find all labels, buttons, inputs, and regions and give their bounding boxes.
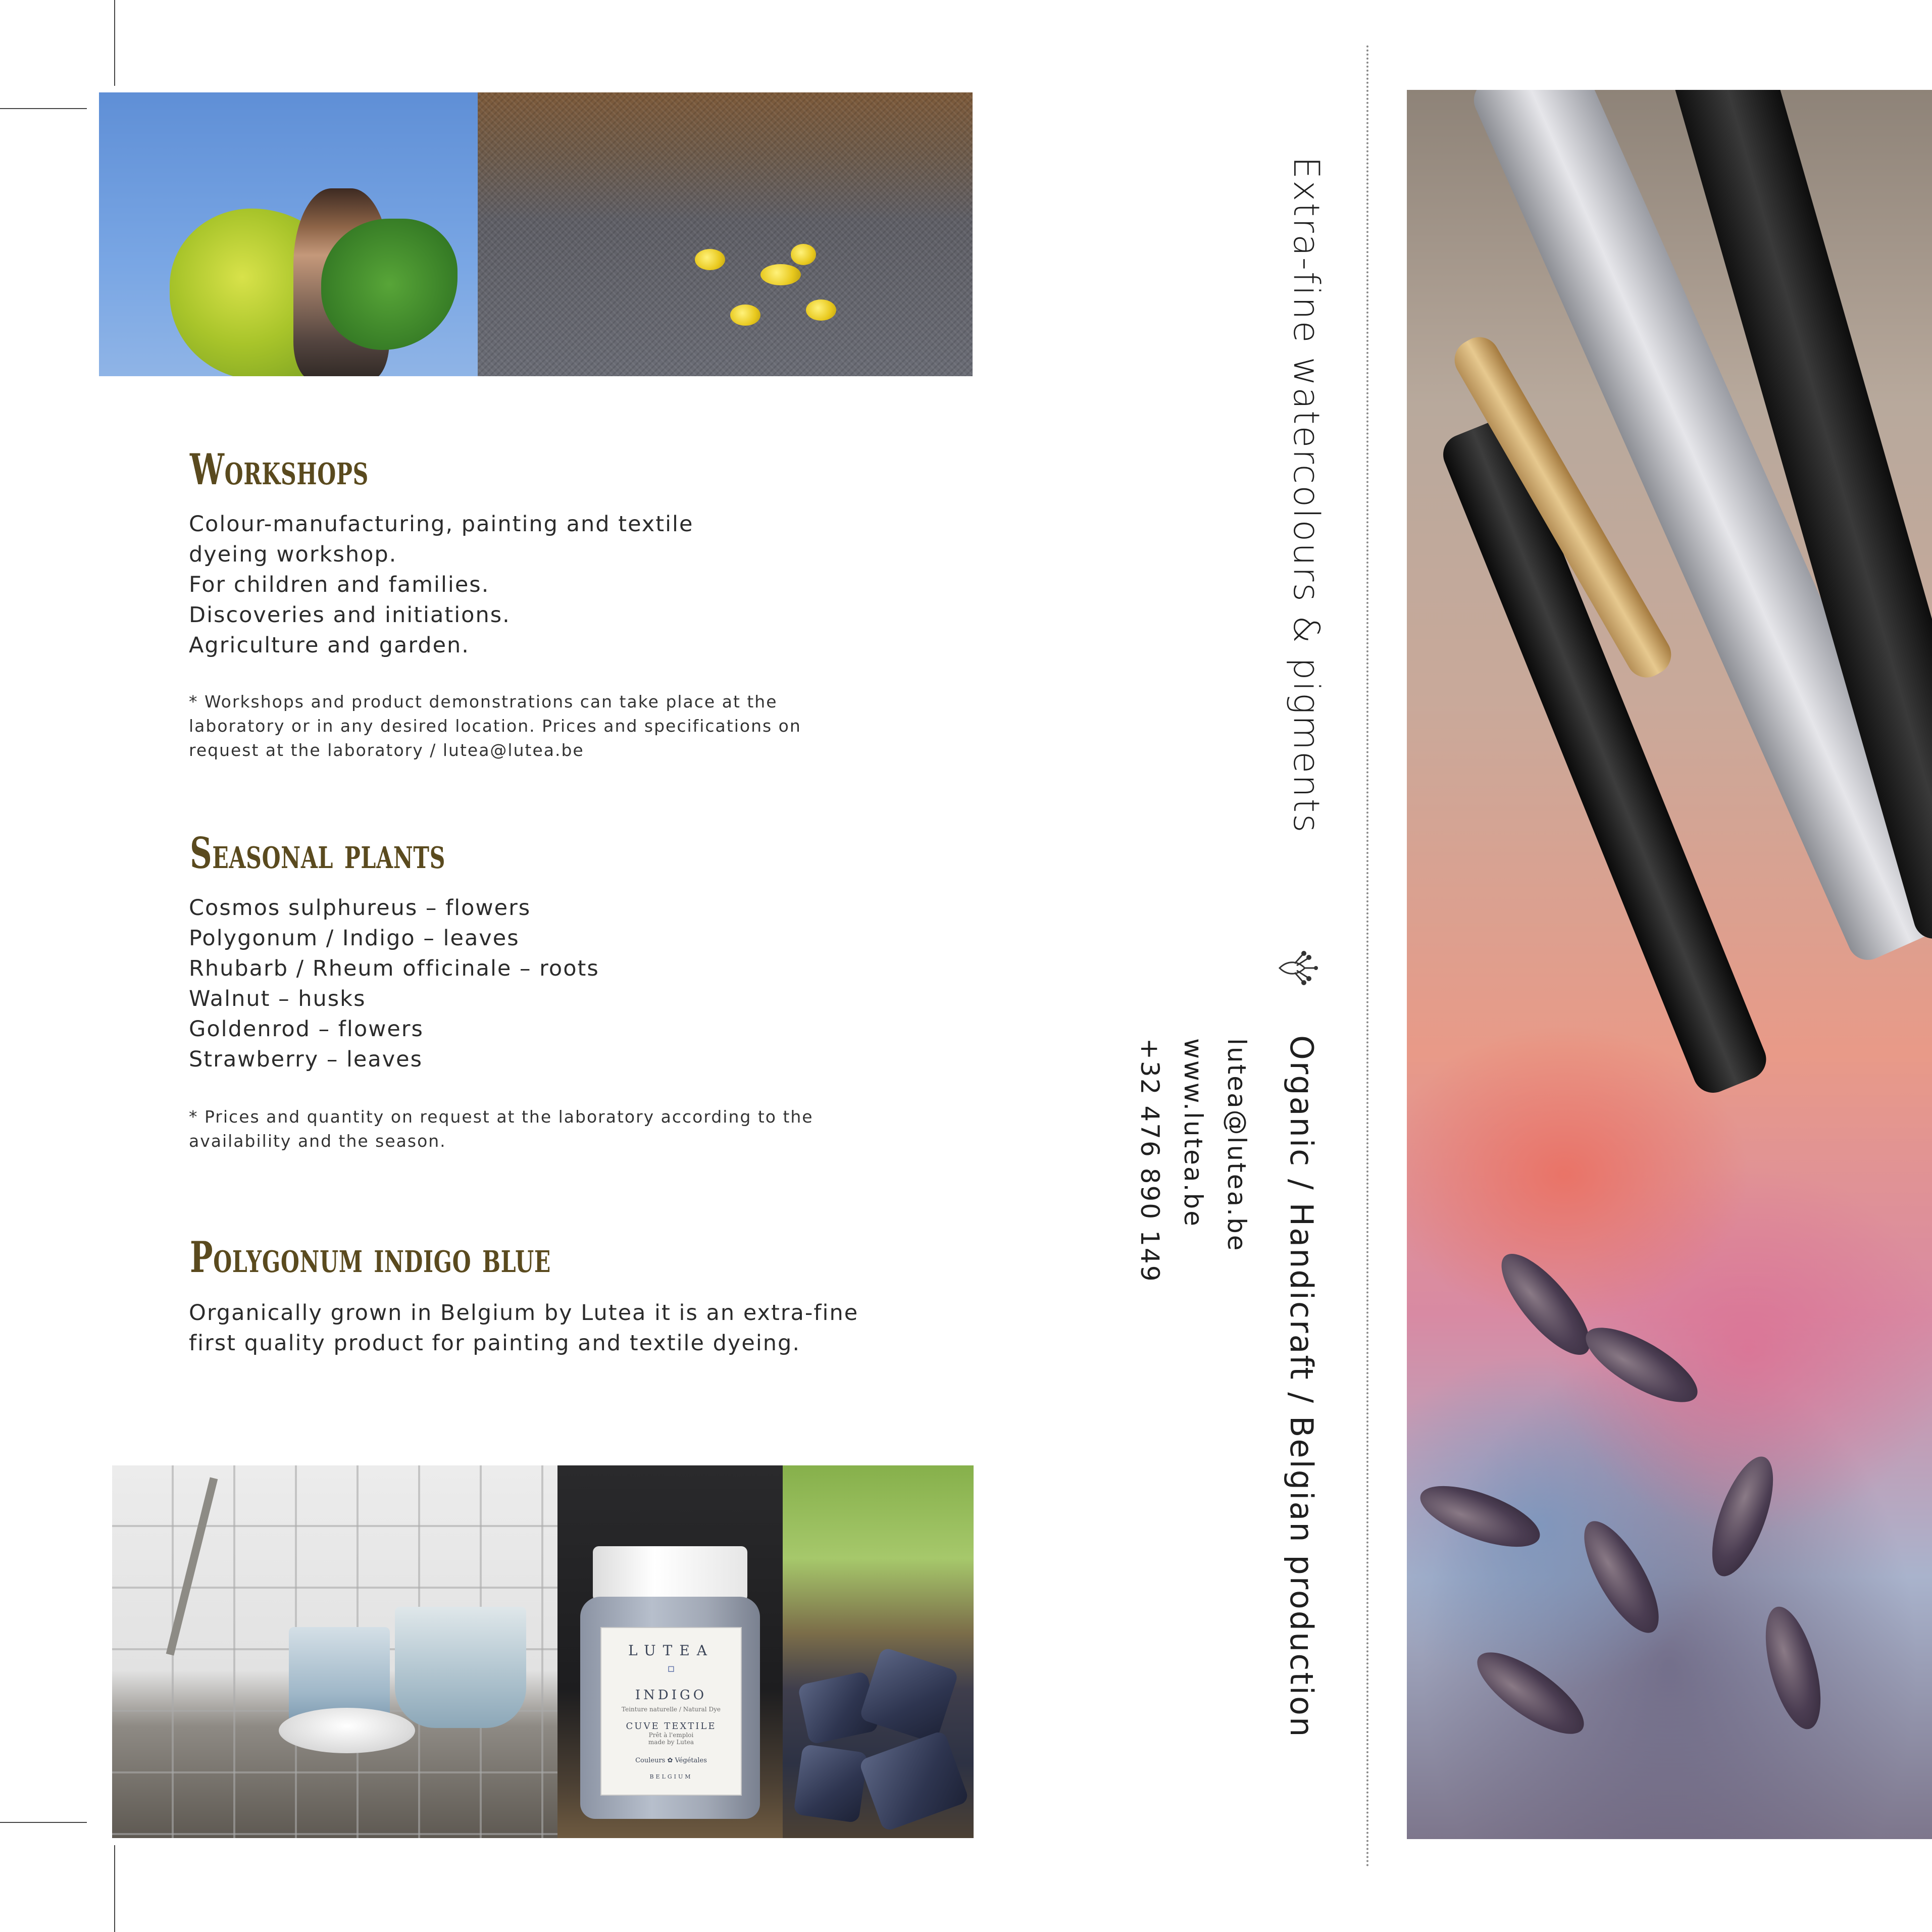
photo-paint-brushes-and-watercolour	[1407, 90, 1932, 1839]
jar-product: INDIGO	[635, 1688, 707, 1703]
indigo-text: Organically grown in Belgium by Lutea it…	[189, 1298, 858, 1358]
plant-item: Walnut – husks	[189, 986, 366, 1011]
contact-phone[interactable]: +32 476 890 149	[1135, 1038, 1164, 1283]
indigo-line: first quality product for painting and t…	[189, 1331, 800, 1356]
jar-made: made by Lutea	[648, 1739, 694, 1746]
photo-person-harvesting-plants	[99, 92, 478, 376]
workshops-line: Discoveries and initiations.	[189, 602, 511, 628]
flower-icon	[1278, 951, 1318, 985]
crop-mark-bottom-left-vertical	[114, 1845, 115, 1932]
seasonal-plants-heading: Seasonal plants	[190, 828, 446, 878]
crop-mark-top-left-vertical	[114, 0, 115, 86]
photo-yellow-flowers-on-drying-mesh	[478, 92, 973, 376]
workshops-note: * Workshops and product demonstrations c…	[189, 692, 801, 760]
drops-icon: ⸋	[667, 1663, 675, 1681]
jar-detail: Prêt à l'emploi	[648, 1732, 694, 1739]
crop-mark-top-left-horizontal	[0, 108, 87, 109]
workshops-text: Colour-manufacturing, painting and texti…	[189, 509, 693, 660]
indigo-line: Organically grown in Belgium by Lutea it…	[189, 1300, 859, 1326]
seasonal-plants-list: Cosmos sulphureus – flowers Polygonum / …	[189, 893, 599, 1075]
tagline: Extra-fine watercolours & pigments	[1286, 157, 1327, 834]
workshops-line: For children and families.	[189, 572, 490, 597]
crop-mark-bottom-left-horizontal	[0, 1822, 87, 1823]
brand-values: Organic / Handicraft / Belgian productio…	[1283, 1035, 1320, 1739]
plant-item: Cosmos sulphureus – flowers	[189, 895, 531, 921]
plant-item: Strawberry – leaves	[189, 1047, 423, 1072]
fold-line	[1366, 45, 1368, 1868]
plant-item: Polygonum / Indigo – leaves	[189, 926, 520, 951]
seasonal-plants-note: * Prices and quantity on request at the …	[189, 1107, 814, 1151]
indigo-heading: Polygonum indigo blue	[190, 1232, 551, 1282]
photo-indigo-jar: LUTEA ⸋ INDIGO Teinture naturelle / Natu…	[557, 1465, 783, 1838]
photo-dye-laboratory	[112, 1465, 557, 1838]
jar-subtitle: Teinture naturelle / Natural Dye	[622, 1706, 721, 1713]
jar-type: CUVE TEXTILE	[626, 1721, 717, 1732]
plant-item: Rhubarb / Rheum officinale – roots	[189, 956, 599, 981]
contact-website[interactable]: www.lutea.be	[1179, 1038, 1208, 1228]
workshops-line: Colour-manufacturing, painting and texti…	[189, 512, 694, 537]
jar-country: BELGIUM	[649, 1773, 693, 1780]
jar-brand: LUTEA	[628, 1642, 714, 1659]
plant-item: Goldenrod – flowers	[189, 1016, 424, 1042]
jar-badge: Couleurs ✿ Végétales	[635, 1757, 707, 1764]
jar-label: LUTEA ⸋ INDIGO Teinture naturelle / Natu…	[600, 1627, 742, 1796]
contact-email[interactable]: lutea@lutea.be	[1222, 1038, 1251, 1252]
workshops-heading: Workshops	[190, 444, 369, 494]
workshops-line: dyeing workshop.	[189, 542, 397, 567]
workshops-line: Agriculture and garden.	[189, 633, 470, 658]
photo-indigo-pigment-chunks	[783, 1465, 974, 1838]
